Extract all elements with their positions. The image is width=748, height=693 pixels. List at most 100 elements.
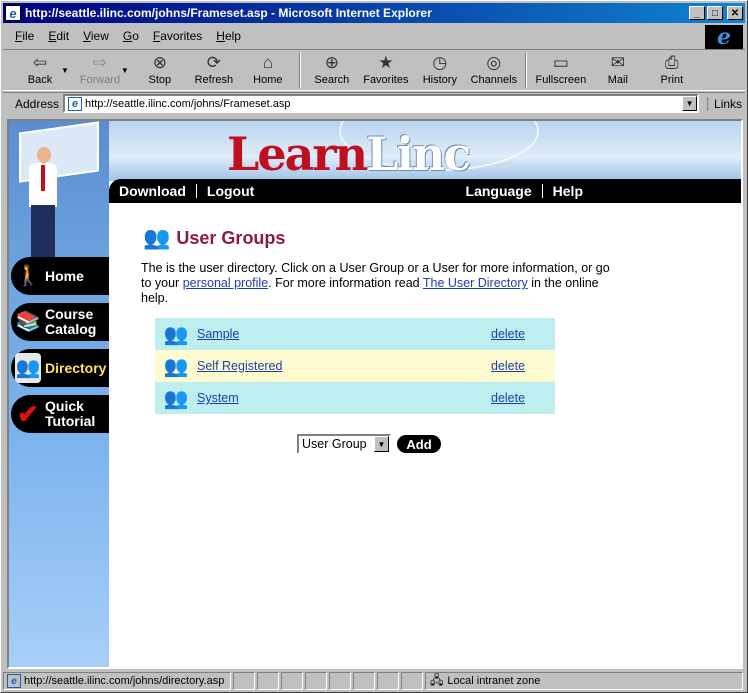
intro-text: The is the user directory. Click on a Us… (141, 261, 610, 305)
address-dropdown-icon[interactable]: ▼ (682, 96, 698, 111)
group-link-system[interactable]: System (197, 391, 491, 405)
menu-bar: File Edit View Go Favorites Help (3, 25, 703, 47)
zone-text: Local intranet zone (447, 675, 541, 687)
status-bar: e http://seattle.ilinc.com/johns/directo… (3, 671, 745, 691)
add-row: User Group ▼ Add (297, 434, 737, 454)
catalog-icon: 📚 (15, 310, 41, 333)
status-url-cell: e http://seattle.ilinc.com/johns/directo… (3, 672, 231, 690)
group-link-self-registered[interactable]: Self Registered (197, 359, 491, 373)
channels-button[interactable]: ◎ Channels (467, 50, 521, 90)
toolbar-separator (298, 52, 301, 88)
user-group-icon: 👥 (163, 323, 189, 346)
browser-window: e http://seattle.ilinc.com/johns/Framese… (0, 0, 748, 693)
page-icon: e (68, 96, 83, 111)
address-label: Address (15, 96, 60, 111)
toolbar: ⇦ Back ▼ ⇨ Forward ▼ ⊗ Stop ⟳ Refresh ⌂ Home … (3, 49, 745, 91)
presenter-illustration (9, 121, 109, 261)
user-directory-link[interactable]: The User Directory (423, 276, 528, 290)
forward-arrow-icon: ⇨ (92, 53, 108, 72)
user-group-table: 👥 Sample delete 👥 Self Registered delete… (155, 318, 555, 414)
stop-icon: ⊗ (152, 53, 167, 72)
user-group-icon: 👥 (163, 387, 189, 410)
table-row: 👥 Sample delete (155, 318, 555, 350)
favorites-button[interactable]: ★ Favorites (359, 50, 413, 90)
menu-edit[interactable]: Edit (48, 29, 69, 43)
home-icon: ⌂ (262, 53, 273, 72)
type-select[interactable]: User Group ▼ (297, 434, 391, 454)
print-icon: ⎙ (665, 53, 679, 72)
directory-people-icon: 👥 (15, 353, 41, 383)
search-icon: ⊕ (324, 53, 339, 72)
status-url: http://seattle.ilinc.com/johns/directory… (24, 675, 225, 687)
user-group-icon: 👥 (163, 355, 189, 378)
page-content: LearnLinc 🚶 Home 📚 Course Catalog 👥 Direc… (7, 119, 743, 669)
learnlinc-logo: LearnLinc (227, 127, 471, 181)
stop-button[interactable]: ⊗ Stop (133, 50, 187, 90)
forward-dropdown-icon[interactable]: ▼ (121, 66, 129, 75)
menu-view[interactable]: View (83, 29, 109, 43)
menu-help[interactable]: Help (216, 29, 241, 43)
chevron-down-icon[interactable]: ▼ (374, 436, 389, 452)
back-dropdown-icon[interactable]: ▼ (61, 66, 69, 75)
maximize-button[interactable]: □ (707, 6, 723, 20)
mail-icon: ✉ (610, 53, 625, 72)
ie-page-icon: e (5, 5, 21, 21)
page-title: User Groups (176, 227, 286, 248)
toolbar-separator (524, 52, 527, 88)
close-button[interactable]: ✕ (727, 6, 743, 20)
learnlinc-banner: LearnLinc (9, 121, 741, 181)
delete-link[interactable]: delete (491, 391, 555, 405)
menu-favorites[interactable]: Favorites (153, 29, 202, 43)
fullscreen-button[interactable]: ▭ Fullscreen (531, 50, 591, 90)
table-row: 👥 Self Registered delete (155, 350, 555, 382)
page-icon: e (7, 674, 21, 688)
intranet-zone-icon: 🖧 (430, 672, 444, 687)
address-url[interactable]: http://seattle.ilinc.com/johns/Frameset.… (85, 98, 682, 110)
history-icon: ◷ (432, 53, 448, 72)
delete-link[interactable]: delete (491, 327, 555, 341)
content-corner (109, 203, 129, 223)
favorites-icon: ★ (378, 53, 394, 72)
address-input[interactable]: e http://seattle.ilinc.com/johns/Framese… (63, 94, 700, 113)
title-bar[interactable]: e http://seattle.ilinc.com/johns/Framese… (3, 3, 745, 23)
nav-language[interactable]: Language (456, 183, 542, 199)
mail-button[interactable]: ✉ Mail (591, 50, 645, 90)
sidebar-item-directory[interactable]: 👥 Directory (11, 349, 109, 387)
personal-profile-link[interactable]: personal profile (183, 276, 268, 290)
page-heading: 👥 User Groups (143, 225, 737, 251)
home-person-icon: 🚶 (15, 264, 41, 287)
nav-help[interactable]: Help (543, 183, 741, 199)
print-button[interactable]: ⎙ Print (645, 50, 699, 90)
menu-file[interactable]: File (15, 29, 34, 43)
sidebar: 🚶 Home 📚 Course Catalog 👥 Directory ✔ Qui… (9, 121, 109, 667)
minimize-button[interactable]: _ (689, 6, 705, 20)
menu-go[interactable]: Go (123, 29, 139, 43)
fullscreen-icon: ▭ (552, 53, 569, 72)
delete-link[interactable]: delete (491, 359, 555, 373)
nav-logout[interactable]: Logout (197, 183, 264, 199)
links-button[interactable]: Links (707, 96, 742, 111)
window-title: http://seattle.ilinc.com/johns/Frameset.… (25, 6, 432, 20)
ie-logo-icon: e (705, 24, 743, 50)
forward-button[interactable]: ⇨ Forward (73, 50, 127, 90)
sidebar-item-course-catalog[interactable]: 📚 Course Catalog (11, 303, 109, 341)
zone-cell: 🖧 Local intranet zone (425, 672, 743, 690)
top-navigation: Download Logout Language Help (109, 179, 741, 203)
sidebar-item-home[interactable]: 🚶 Home (11, 257, 109, 295)
group-link-sample[interactable]: Sample (197, 327, 491, 341)
table-row: 👥 System delete (155, 382, 555, 414)
refresh-button[interactable]: ⟳ Refresh (187, 50, 241, 90)
back-button[interactable]: ⇦ Back (13, 50, 67, 90)
home-button[interactable]: ⌂ Home (241, 50, 295, 90)
checkmark-icon: ✔ (17, 398, 39, 429)
back-arrow-icon: ⇦ (32, 53, 48, 72)
add-button[interactable]: Add (397, 435, 441, 453)
sidebar-item-quick-tutorial[interactable]: ✔ Quick Tutorial (11, 395, 109, 433)
address-bar: Address e http://seattle.ilinc.com/johns… (3, 92, 745, 114)
channels-icon: ◎ (486, 53, 502, 72)
history-button[interactable]: ◷ History (413, 50, 467, 90)
nav-download[interactable]: Download (109, 183, 196, 199)
main-panel: 👥 User Groups The is the user directory.… (137, 225, 737, 454)
user-group-icon: 👥 (143, 225, 171, 250)
search-button[interactable]: ⊕ Search (305, 50, 359, 90)
